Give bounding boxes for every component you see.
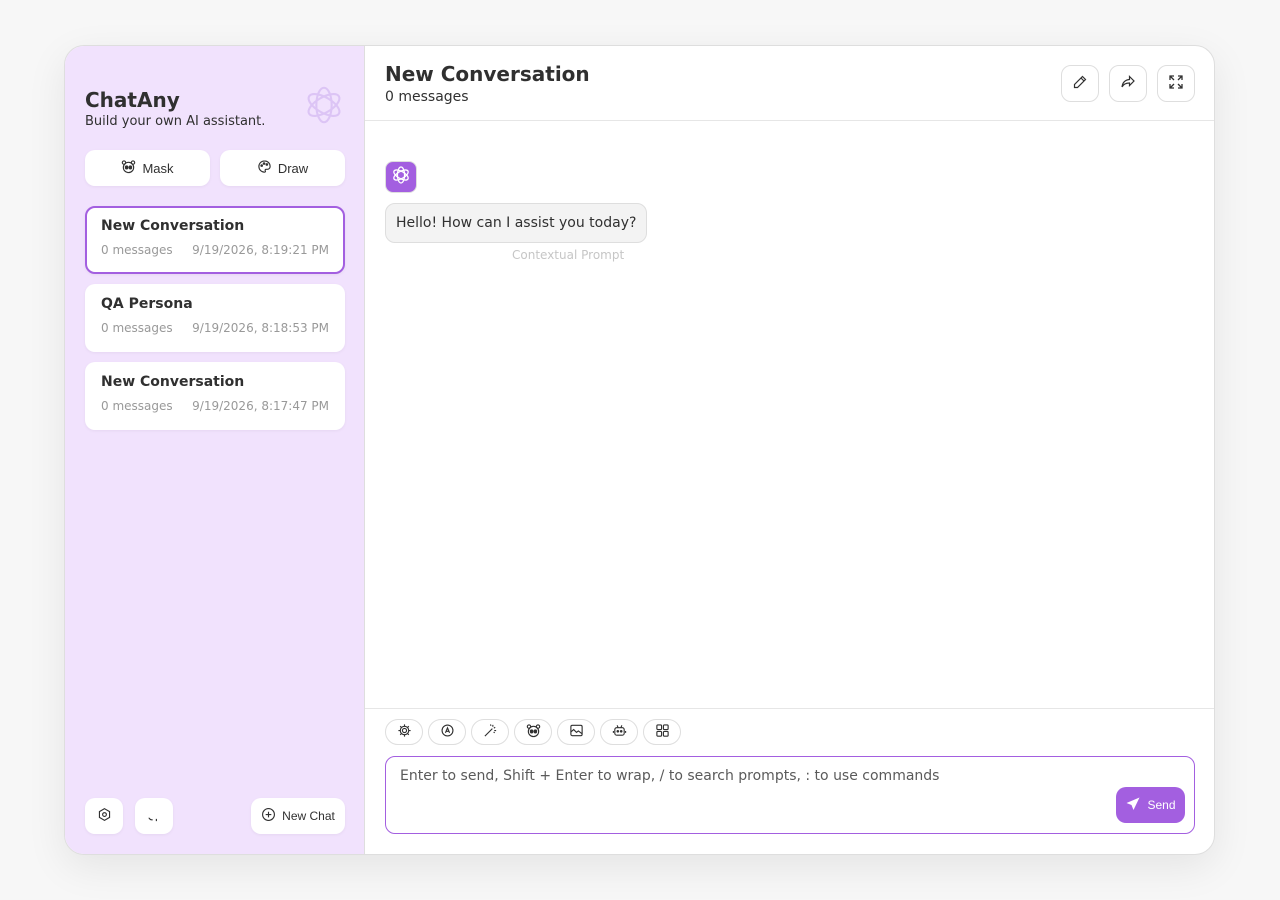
theme-icon <box>440 723 455 742</box>
edit-icon <box>1072 74 1088 94</box>
palette-icon <box>257 159 272 177</box>
session-time: 9/19/2026, 8:19:21 PM <box>192 243 329 257</box>
github-icon <box>147 807 162 826</box>
image-icon <box>569 723 584 742</box>
input-panel: Send <box>365 708 1214 854</box>
contextual-prompt-note: Contextual Prompt <box>512 248 625 262</box>
settings-icon <box>397 723 412 742</box>
session-item[interactable]: New Conversation 0 messages 9/19/2026, 8… <box>85 362 345 430</box>
more-action[interactable] <box>643 719 681 745</box>
plugin-action[interactable] <box>600 719 638 745</box>
assistant-message: Hello! How can I assist you today? <box>385 203 648 243</box>
app-window: ChatAny Build your own AI assistant. Mas… <box>64 45 1215 855</box>
add-icon <box>261 807 276 825</box>
openai-logo-icon <box>301 82 347 128</box>
fullscreen-icon <box>1168 74 1184 94</box>
mask-label: Mask <box>142 160 174 176</box>
settings-icon <box>97 807 112 826</box>
chat-title[interactable]: New Conversation <box>385 62 590 86</box>
draw-label: Draw <box>277 160 309 176</box>
session-item[interactable]: New Conversation 0 messages 9/19/2026, 8… <box>85 206 345 274</box>
assistant-avatar <box>385 161 417 193</box>
session-count: 0 messages <box>101 399 173 413</box>
session-item[interactable]: QA Persona 0 messages 9/19/2026, 8:18:53… <box>85 284 345 352</box>
openai-logo-icon <box>389 163 413 191</box>
settings-action[interactable] <box>385 719 423 745</box>
fullscreen-button[interactable] <box>1157 65 1195 102</box>
mask-icon <box>526 723 541 742</box>
mask-button[interactable]: Mask <box>85 150 210 186</box>
prompt-action[interactable] <box>471 719 509 745</box>
session-count: 0 messages <box>101 321 173 335</box>
app-title: ChatAny <box>85 88 180 112</box>
message-count: 0 messages <box>385 89 469 105</box>
session-title: QA Persona <box>101 296 193 312</box>
session-time: 9/19/2026, 8:18:53 PM <box>192 321 329 335</box>
session-time: 9/19/2026, 8:17:47 PM <box>192 399 329 413</box>
magic-wand-icon <box>483 723 498 742</box>
share-icon <box>1120 74 1136 94</box>
session-title: New Conversation <box>101 374 245 390</box>
chat-header: New Conversation 0 messages <box>365 46 1214 121</box>
mask-action[interactable] <box>514 719 552 745</box>
app-subtitle: Build your own AI assistant. <box>85 114 266 129</box>
image-action[interactable] <box>557 719 595 745</box>
new-chat-label: New Chat <box>282 809 335 823</box>
sidebar: ChatAny Build your own AI assistant. Mas… <box>65 46 365 854</box>
chat-input-wrapper: Send <box>385 756 1195 834</box>
draw-button[interactable]: Draw <box>220 150 345 186</box>
chat-area: New Conversation 0 messages Hello! How c… <box>365 46 1214 854</box>
github-button[interactable] <box>135 798 173 834</box>
mask-icon <box>121 159 136 177</box>
edit-button[interactable] <box>1061 65 1099 102</box>
settings-button[interactable] <box>85 798 123 834</box>
send-button[interactable]: Send <box>1116 787 1185 823</box>
grid-icon <box>655 723 670 742</box>
new-chat-button[interactable]: New Chat <box>251 798 345 834</box>
send-icon <box>1125 796 1141 815</box>
share-button[interactable] <box>1109 65 1147 102</box>
theme-action[interactable] <box>428 719 466 745</box>
session-title: New Conversation <box>101 218 245 234</box>
session-count: 0 messages <box>101 243 173 257</box>
send-label: Send <box>1147 798 1176 812</box>
chat-actions <box>385 719 681 745</box>
chat-input[interactable] <box>386 757 1194 833</box>
robot-icon <box>612 723 627 742</box>
